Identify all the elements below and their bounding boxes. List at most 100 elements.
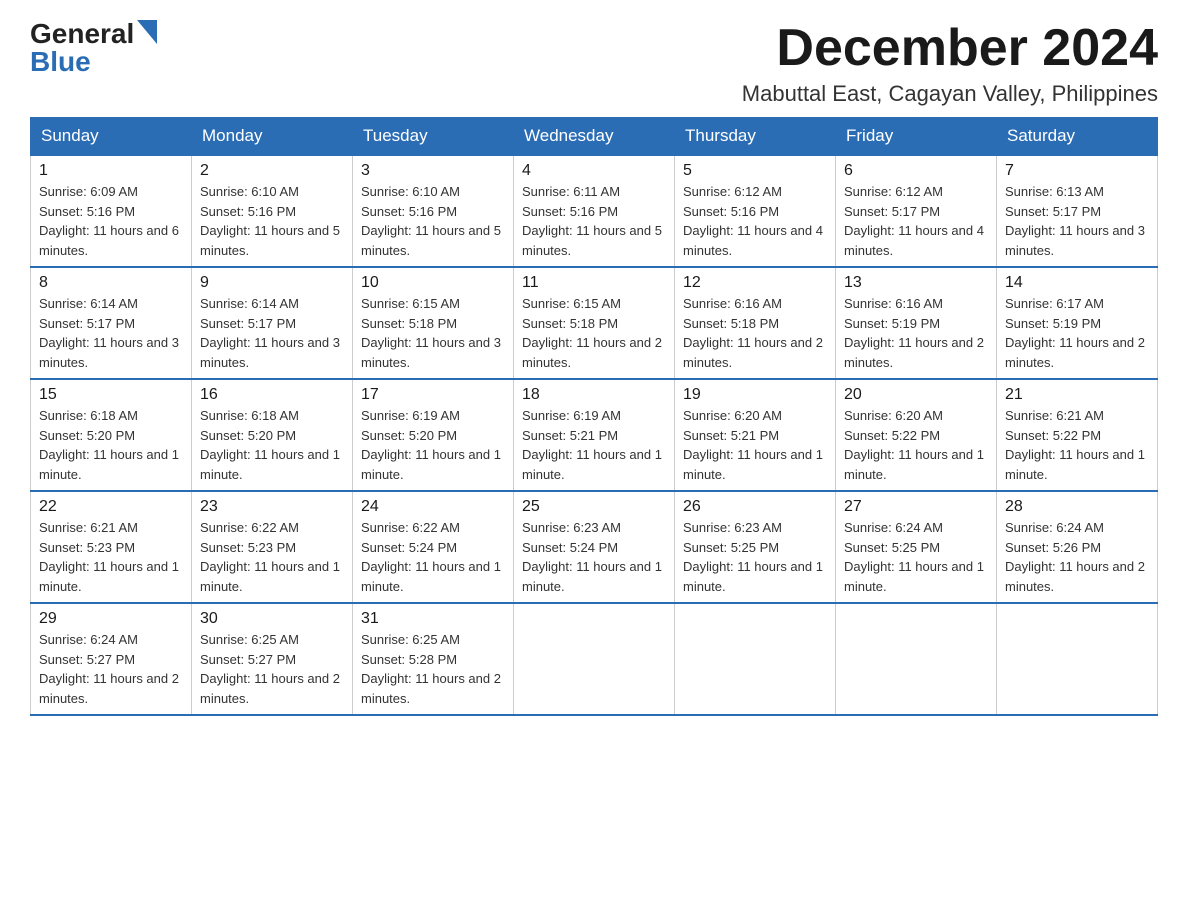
day-info: Sunrise: 6:25 AMSunset: 5:28 PMDaylight:… xyxy=(361,630,505,708)
day-info: Sunrise: 6:16 AMSunset: 5:18 PMDaylight:… xyxy=(683,294,827,372)
calendar-cell: 21Sunrise: 6:21 AMSunset: 5:22 PMDayligh… xyxy=(997,379,1158,491)
calendar-header-wednesday: Wednesday xyxy=(514,118,675,156)
day-info: Sunrise: 6:09 AMSunset: 5:16 PMDaylight:… xyxy=(39,182,183,260)
day-number: 8 xyxy=(39,274,183,292)
calendar-table: SundayMondayTuesdayWednesdayThursdayFrid… xyxy=(30,117,1158,716)
day-info: Sunrise: 6:21 AMSunset: 5:23 PMDaylight:… xyxy=(39,518,183,596)
day-info: Sunrise: 6:15 AMSunset: 5:18 PMDaylight:… xyxy=(361,294,505,372)
day-number: 27 xyxy=(844,498,988,516)
calendar-cell: 16 Sunrise: 6:18 AMSunset: 5:20 PMDayligh… xyxy=(192,379,353,491)
calendar-cell: 5 Sunrise: 6:12 AMSunset: 5:16 PMDaylight… xyxy=(675,155,836,267)
day-info: Sunrise: 6:18 AMSunset: 5:20 PMDaylight:… xyxy=(200,406,344,484)
day-number: 15 xyxy=(39,386,183,404)
calendar-cell: 26Sunrise: 6:23 AMSunset: 5:25 PMDayligh… xyxy=(675,491,836,603)
day-info: Sunrise: 6:12 AMSunset: 5:17 PMDaylight:… xyxy=(844,182,988,260)
calendar-cell: 9Sunrise: 6:14 AMSunset: 5:17 PMDaylight… xyxy=(192,267,353,379)
day-number: 16 xyxy=(200,386,344,404)
calendar-week-row-5: 29Sunrise: 6:24 AMSunset: 5:27 PMDayligh… xyxy=(31,603,1158,715)
calendar-cell: 2Sunrise: 6:10 AMSunset: 5:16 PMDaylight… xyxy=(192,155,353,267)
day-info: Sunrise: 6:15 AMSunset: 5:18 PMDaylight:… xyxy=(522,294,666,372)
calendar-cell: 20 Sunrise: 6:20 AMSunset: 5:22 PMDayligh… xyxy=(836,379,997,491)
day-info: Sunrise: 6:18 AMSunset: 5:20 PMDaylight:… xyxy=(39,406,183,484)
calendar-cell xyxy=(997,603,1158,715)
day-number: 7 xyxy=(1005,162,1149,180)
day-info: Sunrise: 6:12 AMSunset: 5:16 PMDaylight:… xyxy=(683,182,827,260)
logo: General Blue xyxy=(30,20,157,76)
title-section: December 2024 Mabuttal East, Cagayan Val… xyxy=(742,20,1158,107)
calendar-cell: 18 Sunrise: 6:19 AMSunset: 5:21 PMDayligh… xyxy=(514,379,675,491)
day-number: 12 xyxy=(683,274,827,292)
day-info: Sunrise: 6:22 AMSunset: 5:24 PMDaylight:… xyxy=(361,518,505,596)
calendar-cell: 29Sunrise: 6:24 AMSunset: 5:27 PMDayligh… xyxy=(31,603,192,715)
day-number: 29 xyxy=(39,610,183,628)
calendar-header-sunday: Sunday xyxy=(31,118,192,156)
calendar-header-row: SundayMondayTuesdayWednesdayThursdayFrid… xyxy=(31,118,1158,156)
calendar-cell: 22Sunrise: 6:21 AMSunset: 5:23 PMDayligh… xyxy=(31,491,192,603)
day-number: 10 xyxy=(361,274,505,292)
calendar-week-row-1: 1 Sunrise: 6:09 AMSunset: 5:16 PMDaylight… xyxy=(31,155,1158,267)
calendar-cell: 8Sunrise: 6:14 AMSunset: 5:17 PMDaylight… xyxy=(31,267,192,379)
day-number: 5 xyxy=(683,162,827,180)
calendar-cell: 1 Sunrise: 6:09 AMSunset: 5:16 PMDaylight… xyxy=(31,155,192,267)
calendar-cell: 4Sunrise: 6:11 AMSunset: 5:16 PMDaylight… xyxy=(514,155,675,267)
month-title: December 2024 xyxy=(742,20,1158,77)
day-number: 18 xyxy=(522,386,666,404)
calendar-cell: 10 Sunrise: 6:15 AMSunset: 5:18 PMDayligh… xyxy=(353,267,514,379)
day-number: 20 xyxy=(844,386,988,404)
day-number: 13 xyxy=(844,274,988,292)
day-number: 21 xyxy=(1005,386,1149,404)
day-info: Sunrise: 6:19 AMSunset: 5:20 PMDaylight:… xyxy=(361,406,505,484)
day-number: 11 xyxy=(522,274,666,292)
calendar-cell: 3 Sunrise: 6:10 AMSunset: 5:16 PMDaylight… xyxy=(353,155,514,267)
day-info: Sunrise: 6:19 AMSunset: 5:21 PMDaylight:… xyxy=(522,406,666,484)
calendar-cell xyxy=(514,603,675,715)
calendar-header-saturday: Saturday xyxy=(997,118,1158,156)
logo-general-text: General xyxy=(30,20,134,48)
day-number: 28 xyxy=(1005,498,1149,516)
day-info: Sunrise: 6:10 AMSunset: 5:16 PMDaylight:… xyxy=(200,182,344,260)
day-info: Sunrise: 6:20 AMSunset: 5:22 PMDaylight:… xyxy=(844,406,988,484)
calendar-cell xyxy=(675,603,836,715)
day-info: Sunrise: 6:25 AMSunset: 5:27 PMDaylight:… xyxy=(200,630,344,708)
logo-icon xyxy=(137,20,157,44)
calendar-header-thursday: Thursday xyxy=(675,118,836,156)
calendar-cell: 31 Sunrise: 6:25 AMSunset: 5:28 PMDayligh… xyxy=(353,603,514,715)
day-number: 17 xyxy=(361,386,505,404)
day-number: 24 xyxy=(361,498,505,516)
day-number: 9 xyxy=(200,274,344,292)
calendar-cell: 25Sunrise: 6:23 AMSunset: 5:24 PMDayligh… xyxy=(514,491,675,603)
calendar-cell: 15 Sunrise: 6:18 AMSunset: 5:20 PMDayligh… xyxy=(31,379,192,491)
day-info: Sunrise: 6:16 AMSunset: 5:19 PMDaylight:… xyxy=(844,294,988,372)
day-number: 26 xyxy=(683,498,827,516)
calendar-cell: 13 Sunrise: 6:16 AMSunset: 5:19 PMDayligh… xyxy=(836,267,997,379)
calendar-cell: 23 Sunrise: 6:22 AMSunset: 5:23 PMDayligh… xyxy=(192,491,353,603)
calendar-cell: 7 Sunrise: 6:13 AMSunset: 5:17 PMDaylight… xyxy=(997,155,1158,267)
page-header: General Blue December 2024 Mabuttal East… xyxy=(30,20,1158,107)
day-info: Sunrise: 6:10 AMSunset: 5:16 PMDaylight:… xyxy=(361,182,505,260)
day-info: Sunrise: 6:24 AMSunset: 5:26 PMDaylight:… xyxy=(1005,518,1149,596)
calendar-cell: 27 Sunrise: 6:24 AMSunset: 5:25 PMDayligh… xyxy=(836,491,997,603)
calendar-cell xyxy=(836,603,997,715)
calendar-cell: 24 Sunrise: 6:22 AMSunset: 5:24 PMDayligh… xyxy=(353,491,514,603)
day-info: Sunrise: 6:24 AMSunset: 5:25 PMDaylight:… xyxy=(844,518,988,596)
day-info: Sunrise: 6:17 AMSunset: 5:19 PMDaylight:… xyxy=(1005,294,1149,372)
calendar-header-monday: Monday xyxy=(192,118,353,156)
calendar-week-row-4: 22Sunrise: 6:21 AMSunset: 5:23 PMDayligh… xyxy=(31,491,1158,603)
logo-blue-text: Blue xyxy=(30,48,157,76)
day-number: 3 xyxy=(361,162,505,180)
day-number: 23 xyxy=(200,498,344,516)
calendar-cell: 14 Sunrise: 6:17 AMSunset: 5:19 PMDayligh… xyxy=(997,267,1158,379)
day-number: 30 xyxy=(200,610,344,628)
day-number: 14 xyxy=(1005,274,1149,292)
calendar-cell: 17 Sunrise: 6:19 AMSunset: 5:20 PMDayligh… xyxy=(353,379,514,491)
day-info: Sunrise: 6:23 AMSunset: 5:24 PMDaylight:… xyxy=(522,518,666,596)
day-info: Sunrise: 6:22 AMSunset: 5:23 PMDaylight:… xyxy=(200,518,344,596)
calendar-cell: 12 Sunrise: 6:16 AMSunset: 5:18 PMDayligh… xyxy=(675,267,836,379)
day-info: Sunrise: 6:13 AMSunset: 5:17 PMDaylight:… xyxy=(1005,182,1149,260)
calendar-week-row-3: 15 Sunrise: 6:18 AMSunset: 5:20 PMDayligh… xyxy=(31,379,1158,491)
calendar-week-row-2: 8Sunrise: 6:14 AMSunset: 5:17 PMDaylight… xyxy=(31,267,1158,379)
calendar-cell: 6Sunrise: 6:12 AMSunset: 5:17 PMDaylight… xyxy=(836,155,997,267)
day-number: 31 xyxy=(361,610,505,628)
day-number: 1 xyxy=(39,162,183,180)
calendar-header-friday: Friday xyxy=(836,118,997,156)
